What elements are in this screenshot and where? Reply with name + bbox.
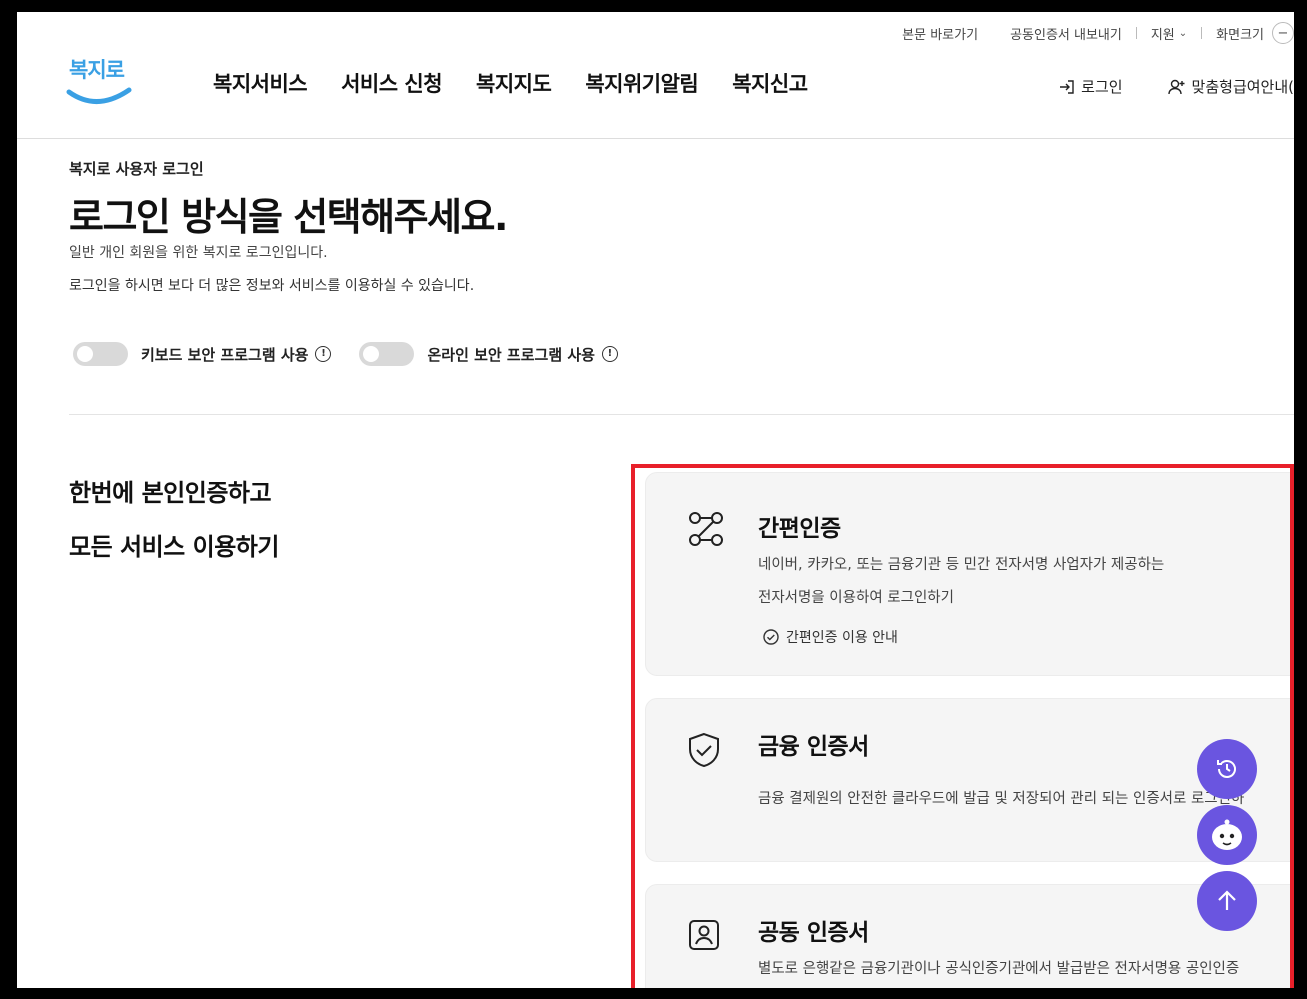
page-title: 로그인 방식을 선택해주세요.	[69, 195, 508, 239]
login-icon	[1060, 79, 1074, 94]
zoom-out-button[interactable]: −	[1272, 22, 1294, 44]
page-description-2: 로그인을 하시면 보다 더 많은 정보와 서비스를 이용하실 수 있습니다.	[69, 278, 475, 294]
joint-cert-title: 공동 인증서	[758, 920, 869, 946]
financial-cert-title: 금융 인증서	[758, 734, 869, 760]
custom-benefit-button[interactable]: 맞춤형급여안내(	[1167, 76, 1294, 97]
simple-auth-card[interactable]: 간편인증 네이버, 카카오, 또는 금융기관 등 민간 전자서명 사업자가 제공…	[645, 472, 1294, 676]
financial-cert-desc-1: 금융 결제원의 안전한 클라우드에 발급 및 저장되어 관리 되는 인증서로 로…	[758, 791, 1245, 807]
simple-auth-guide-link[interactable]: 간편인증 이용 안내	[762, 627, 898, 647]
recent-history-button[interactable]	[1197, 739, 1257, 799]
nav-item-welfare-report[interactable]: 복지신고	[732, 68, 808, 98]
slogan-line-1: 한번에 본인인증하고	[69, 479, 272, 507]
breadcrumb: 복지로 사용자 로그인	[69, 160, 204, 178]
utility-divider	[1201, 27, 1203, 39]
route-icon	[689, 512, 723, 546]
header-actions: 로그인 맞춤형급여안내(	[1014, 76, 1294, 97]
site-logo[interactable]: 복지로	[63, 52, 135, 114]
id-badge-icon	[689, 920, 719, 950]
page-description-1: 일반 개인 회원을 위한 복지로 로그인입니다.	[69, 245, 328, 261]
font-size-control: 화면크기 −	[1216, 22, 1294, 44]
section-divider	[69, 414, 1294, 415]
cert-export-link[interactable]: 공동인증서 내보내기	[1010, 24, 1122, 43]
joint-cert-desc-1: 별도로 은행같은 금융기관이나 공식인증기관에서 발급받은 전자서명용 공인인증	[758, 961, 1240, 977]
simple-auth-guide-label: 간편인증 이용 안내	[786, 630, 898, 646]
slogan-line-2: 모든 서비스 이용하기	[69, 533, 279, 561]
security-toggles: 키보드 보안 프로그램 사용 ! 온라인 보안 프로그램 사용 !	[73, 342, 646, 366]
simple-auth-desc-1: 네이버, 카카오, 또는 금융기관 등 민간 전자서명 사업자가 제공하는	[758, 557, 1165, 573]
simple-auth-desc-2: 전자서명을 이용하여 로그인하기	[758, 590, 954, 606]
online-security-label: 온라인 보안 프로그램 사용	[427, 345, 595, 364]
history-icon	[1217, 760, 1236, 778]
simple-auth-title: 간편인증	[758, 516, 841, 542]
chatbot-icon	[1212, 819, 1242, 850]
check-circle-icon	[763, 629, 779, 645]
chevron-down-icon: ⌄	[1178, 27, 1188, 39]
nav-item-welfare-map[interactable]: 복지지도	[476, 68, 552, 98]
utility-bar: 본문 바로가기 공동인증서 내보내기 지원 ⌄ 화면크기 −	[870, 22, 1294, 44]
online-security-toggle-group: 온라인 보안 프로그램 사용 !	[359, 342, 618, 366]
shield-check-icon	[689, 732, 719, 768]
login-label: 로그인	[1081, 78, 1123, 96]
nav-item-service-apply[interactable]: 서비스 신청	[341, 68, 442, 98]
keyboard-security-switch[interactable]	[73, 342, 128, 366]
support-label: 지원	[1150, 27, 1175, 43]
nav-item-welfare-service[interactable]: 복지서비스	[213, 68, 308, 98]
nav-item-crisis-alert[interactable]: 복지위기알림	[585, 68, 698, 98]
main-nav: 복지서비스 서비스 신청 복지지도 복지위기알림 복지신고	[213, 68, 842, 98]
online-security-switch[interactable]	[359, 342, 415, 366]
keyboard-security-toggle-group: 키보드 보안 프로그램 사용 !	[73, 342, 332, 366]
skip-to-content-link[interactable]: 본문 바로가기	[902, 24, 978, 43]
chatbot-button[interactable]	[1197, 805, 1257, 865]
browser-viewport: 본문 바로가기 공동인증서 내보내기 지원 ⌄ 화면크기 − 복지로 복지서비스…	[17, 12, 1294, 988]
keyboard-security-label: 키보드 보안 프로그램 사용	[141, 345, 309, 364]
header-divider	[17, 138, 1294, 139]
user-add-icon	[1167, 79, 1185, 94]
scroll-top-button[interactable]	[1197, 871, 1257, 931]
login-slogan: 한번에 본인인증하고 모든 서비스 이용하기	[69, 466, 279, 574]
arrow-up-icon	[1218, 890, 1236, 910]
login-button[interactable]: 로그인	[1058, 76, 1123, 97]
logo-text: 복지로	[69, 57, 125, 82]
support-menu[interactable]: 지원 ⌄	[1151, 24, 1187, 43]
custom-benefit-label: 맞춤형급여안내(	[1191, 78, 1294, 96]
utility-divider	[1135, 27, 1137, 39]
info-icon[interactable]: !	[601, 346, 618, 362]
font-size-label: 화면크기	[1216, 27, 1264, 43]
info-icon[interactable]: !	[315, 346, 332, 362]
